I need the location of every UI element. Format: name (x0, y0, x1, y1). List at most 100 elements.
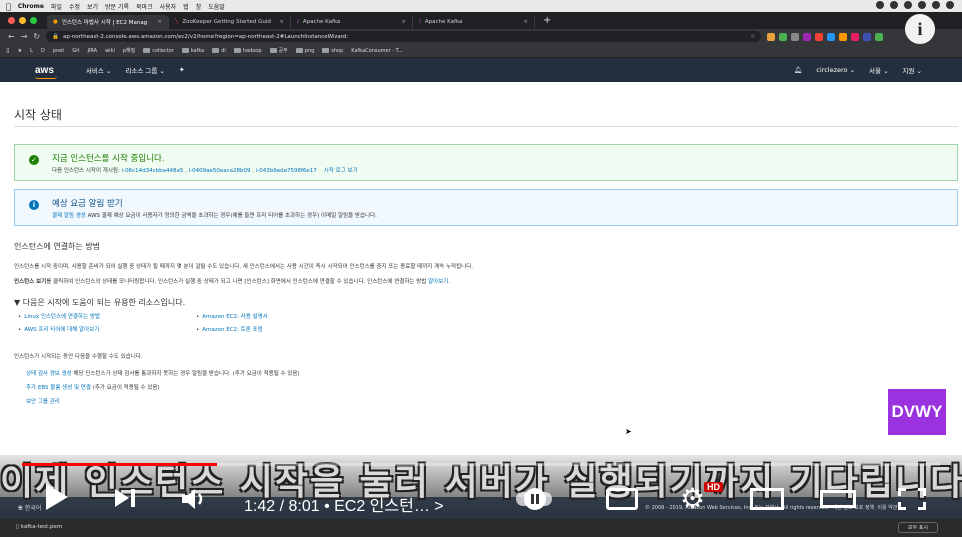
view-launch-log-link[interactable]: 시작 로그 보기 (324, 168, 358, 174)
bookmark-item[interactable]: pnet (53, 48, 64, 54)
extension-icon[interactable] (851, 32, 860, 41)
extension-icon[interactable] (803, 32, 812, 41)
bookmark-item[interactable]: Git (72, 48, 79, 54)
autoplay-toggle-knob[interactable] (524, 488, 546, 510)
status-icons (876, 1, 954, 9)
tab-zookeeper[interactable]: ╲ ZooKeeper Getting Started Guid × (169, 15, 291, 29)
extension-icon[interactable] (839, 32, 848, 41)
close-window-icon[interactable] (8, 17, 15, 24)
extension-icon[interactable] (863, 32, 872, 41)
status-icon[interactable] (876, 1, 884, 9)
extension-icon[interactable] (791, 32, 800, 41)
account-menu[interactable]: circlezero ⌄ (816, 66, 855, 74)
resource-groups-menu[interactable]: 리소스 그룹 ⌄ (125, 65, 165, 75)
menu-user[interactable]: 사용자 (160, 2, 177, 11)
status-icon[interactable] (890, 1, 898, 9)
bookmark-item[interactable]: p해질 (123, 47, 135, 54)
forward-icon[interactable]: → (21, 32, 28, 41)
spotlight-icon[interactable] (932, 1, 940, 9)
tab-kafka-2[interactable]: ∕ Apache Kafka × (413, 15, 535, 29)
resource-link-forum[interactable]: Amazon EC2: 토론 포럼 (202, 327, 262, 333)
support-menu[interactable]: 지원 ⌄ (903, 65, 922, 75)
menu-help[interactable]: 도움말 (208, 2, 225, 11)
close-tab-icon[interactable]: × (279, 19, 284, 25)
extension-icon[interactable] (815, 32, 824, 41)
show-all-downloads-button[interactable]: 모두 표시 (898, 522, 938, 533)
download-item[interactable]: ▯ kafka-test.pem (16, 524, 62, 530)
minimize-window-icon[interactable] (19, 17, 26, 24)
video-info-button[interactable]: i (905, 14, 935, 44)
zoom-window-icon[interactable] (30, 17, 37, 24)
bookmark-item[interactable]: wiki (105, 48, 115, 54)
menu-window[interactable]: 창 (196, 2, 202, 11)
subtitles-icon[interactable] (606, 488, 638, 510)
play-icon[interactable] (46, 484, 68, 510)
bell-icon[interactable]: 🔔︎ (794, 66, 802, 74)
close-tab-icon[interactable]: × (401, 19, 406, 25)
video-progress-bar[interactable] (22, 463, 940, 466)
tab-kafka-1[interactable]: ∕ Apache Kafka × (291, 15, 413, 29)
extension-icon[interactable] (875, 32, 884, 41)
success-title: 지금 인스턴스를 시작 중입니다. (52, 154, 165, 164)
fullscreen-icon[interactable] (898, 488, 926, 510)
create-status-alarm-link[interactable]: 상태 검사 경보 생성 (26, 371, 72, 377)
menu-history[interactable]: 방문 기록 (105, 2, 129, 11)
resource-link-linux-connect[interactable]: Linux 인스턴스에 연결하는 방법 (24, 314, 100, 320)
bookmark-item[interactable]: di (212, 48, 226, 54)
resource-link-free-tier[interactable]: AWS 프리 티어에 대해 알아보기 (24, 327, 99, 333)
wifi-icon[interactable] (904, 1, 912, 9)
notification-icon[interactable] (946, 1, 954, 9)
bookmark-item[interactable]: png (295, 48, 314, 54)
resources-right: • Amazon EC2: 사용 설명서 • Amazon EC2: 토론 포럼 (196, 312, 268, 338)
apps-icon[interactable]: ⣿ (6, 48, 10, 54)
instance-ids-links[interactable]: i-06c14d34cbba448a5 , i-0409ae50eaca28b0… (122, 168, 317, 174)
menu-edit[interactable]: 수정 (69, 2, 80, 11)
manage-security-groups-link[interactable]: 보안 그룹 관리 (26, 399, 60, 405)
app-menu-chrome[interactable]: Chrome (18, 3, 44, 10)
downloads-bar (0, 519, 962, 537)
back-icon[interactable]: ← (8, 32, 15, 41)
menu-bookmarks[interactable]: 북마크 (136, 2, 153, 11)
helpful-resources-heading[interactable]: ▼ 다음은 시작에 도움이 되는 유용한 리소스입니다. (14, 297, 185, 308)
bookmark-item[interactable]: L (30, 48, 33, 54)
reload-icon[interactable]: ↻ (33, 32, 40, 41)
close-tab-icon[interactable]: × (523, 19, 528, 25)
resource-link-user-guide[interactable]: Amazon EC2: 사용 설명서 (202, 314, 267, 320)
menu-view[interactable]: 보기 (87, 2, 98, 11)
region-menu[interactable]: 서울 ⌄ (869, 65, 888, 75)
bookmark-item[interactable]: shop (322, 48, 343, 54)
miniplayer-icon[interactable] (750, 488, 784, 510)
menu-tab[interactable]: 탭 (183, 2, 189, 11)
extension-icon[interactable] (767, 32, 776, 41)
bookmark-star-icon[interactable]: ☆ (750, 34, 755, 40)
tab-ec2[interactable]: ● 인스턴스 마법사 시작 | EC2 Manag × (47, 15, 169, 29)
apple-icon[interactable]:  (6, 2, 11, 11)
new-tab-button[interactable]: + (535, 15, 559, 26)
next-video-icon[interactable] (115, 489, 129, 507)
bookmark-star-icon[interactable]: ★ (18, 48, 22, 54)
settings-gear-icon[interactable]: ⚙ (680, 484, 705, 514)
learn-more-link[interactable]: 알아보기. (428, 279, 450, 285)
extension-icon[interactable] (779, 32, 788, 41)
bookmark-item[interactable]: collector (143, 48, 174, 54)
url-input[interactable]: 🔒 ap-northeast-2.console.aws.amazon.com/… (46, 31, 762, 42)
pin-icon[interactable]: ✦ (179, 66, 185, 74)
theater-mode-icon[interactable] (820, 490, 856, 508)
bookmark-item[interactable]: JIRA (87, 48, 97, 54)
create-ebs-volume-link[interactable]: 추가 EBS 볼륨 생성 및 연결 (26, 385, 91, 391)
bookmark-item[interactable]: D (41, 48, 45, 54)
close-tab-icon[interactable]: × (157, 19, 162, 25)
bookmark-item[interactable]: KafkaConsumer - T... (351, 48, 403, 54)
aws-logo[interactable]: aws (35, 65, 57, 79)
tab-label: 인스턴스 마법사 시작 | EC2 Manag (61, 20, 148, 26)
menu-file[interactable]: 파일 (51, 2, 62, 11)
bookmark-item[interactable]: kafka (181, 48, 204, 54)
bookmark-item[interactable]: 공부 (269, 47, 288, 54)
volume-icon[interactable] (180, 488, 210, 512)
bookmark-item[interactable]: hadoop (233, 48, 262, 54)
extension-icon[interactable] (827, 32, 836, 41)
create-billing-alert-link[interactable]: 결제 알림 생성 (52, 213, 86, 219)
services-menu[interactable]: 서비스 ⌄ (86, 65, 111, 75)
channel-watermark-logo[interactable]: DVWY (888, 389, 946, 435)
volume-icon[interactable] (918, 1, 926, 9)
